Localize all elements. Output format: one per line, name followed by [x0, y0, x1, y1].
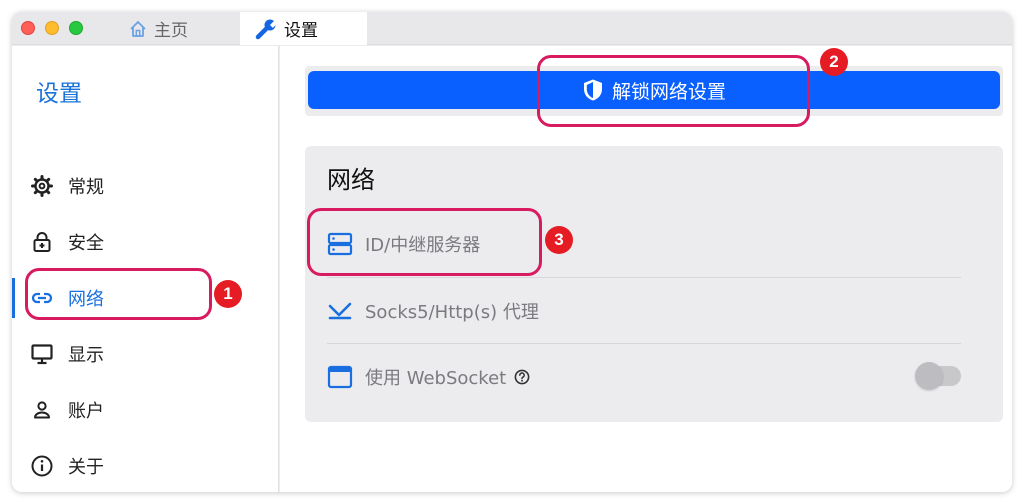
websocket-toggle[interactable] — [915, 362, 961, 390]
window-close-button[interactable] — [21, 21, 35, 35]
title-bar: 主页 设置 — [12, 12, 1012, 45]
user-icon — [34, 401, 50, 419]
sidebar-item-account[interactable]: 账户 — [30, 392, 210, 428]
home-icon — [130, 20, 146, 37]
websocket-label: 使用 WebSocket — [365, 368, 507, 389]
window-minimize-button[interactable] — [45, 21, 59, 35]
window-maximize-button[interactable] — [69, 21, 83, 35]
tab-home-label: 主页 — [154, 21, 188, 41]
toggle-knob — [915, 362, 943, 390]
active-indicator — [12, 278, 15, 318]
wrench-icon — [255, 19, 278, 39]
tab-settings-label: 设置 — [284, 21, 318, 41]
annotation-badge-2: 2 — [820, 48, 848, 76]
sidebar-item-display[interactable]: 显示 — [30, 336, 210, 372]
annotation-highlight-network — [25, 268, 212, 320]
monitor-icon — [31, 344, 53, 365]
lock-icon — [33, 232, 51, 252]
proxy-label: Socks5/Http(s) 代理 — [365, 302, 539, 323]
tab-home[interactable]: 主页 — [118, 12, 238, 45]
sidebar-item-label: 显示 — [68, 345, 104, 366]
sidebar-item-security[interactable]: 安全 — [30, 224, 210, 260]
sidebar-title: 设置 — [36, 81, 82, 107]
gear-icon — [31, 175, 53, 197]
proxy-row[interactable]: Socks5/Http(s) 代理 — [327, 278, 961, 344]
tab-settings[interactable]: 设置 — [240, 12, 367, 45]
sidebar-item-label: 常规 — [68, 177, 104, 198]
sidebar-item-label: 关于 — [68, 457, 104, 478]
proxy-icon — [328, 302, 352, 320]
annotation-badge-3: 3 — [545, 226, 573, 254]
sidebar-item-label: 安全 — [68, 233, 104, 254]
sidebar-item-label: 账户 — [68, 401, 104, 422]
network-section-title: 网络 — [327, 166, 375, 194]
annotation-highlight-unlock — [537, 55, 810, 127]
help-icon[interactable] — [514, 369, 542, 385]
info-icon — [31, 455, 53, 477]
window-icon — [327, 365, 353, 389]
annotation-badge-1: 1 — [214, 280, 242, 308]
sidebar-item-general[interactable]: 常规 — [30, 168, 210, 204]
annotation-highlight-relay — [307, 208, 542, 276]
sidebar-item-about[interactable]: 关于 — [30, 448, 210, 484]
websocket-row[interactable]: 使用 WebSocket — [327, 344, 961, 410]
network-settings-card: 网络 ID/中继服务器 Socks5/Http(s) 代理 使用 WebSock… — [305, 146, 1003, 422]
